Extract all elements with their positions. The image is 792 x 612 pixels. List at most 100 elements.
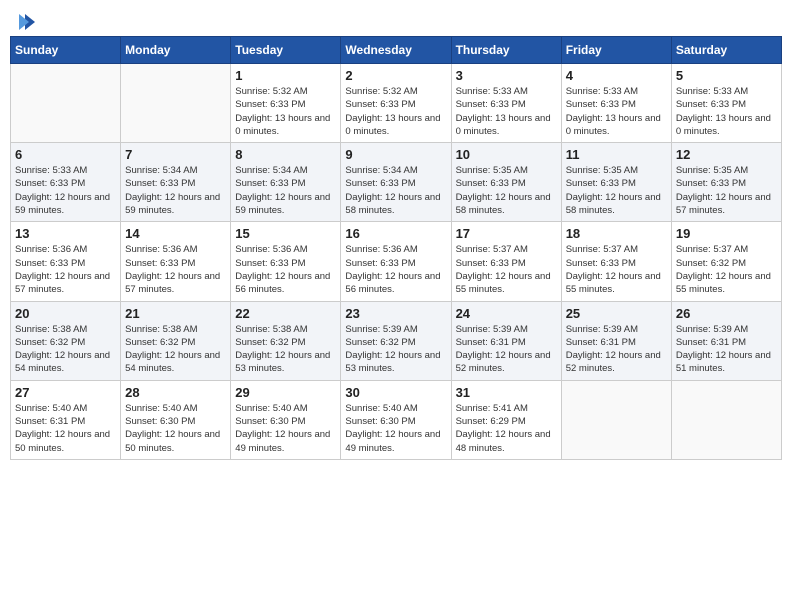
calendar-cell: 17 Sunrise: 5:37 AMSunset: 6:33 PMDayligh… bbox=[451, 222, 561, 301]
day-info: Sunrise: 5:36 AMSunset: 6:33 PMDaylight:… bbox=[125, 243, 226, 296]
calendar-cell: 13 Sunrise: 5:36 AMSunset: 6:33 PMDayligh… bbox=[11, 222, 121, 301]
day-number: 20 bbox=[15, 306, 116, 321]
day-header-wednesday: Wednesday bbox=[341, 37, 451, 64]
calendar-cell: 7 Sunrise: 5:34 AMSunset: 6:33 PMDaylight… bbox=[121, 143, 231, 222]
calendar-week-row: 6 Sunrise: 5:33 AMSunset: 6:33 PMDaylight… bbox=[11, 143, 782, 222]
day-info: Sunrise: 5:39 AMSunset: 6:31 PMDaylight:… bbox=[456, 323, 557, 376]
day-number: 2 bbox=[345, 68, 446, 83]
day-number: 7 bbox=[125, 147, 226, 162]
day-number: 14 bbox=[125, 226, 226, 241]
day-number: 22 bbox=[235, 306, 336, 321]
day-info: Sunrise: 5:39 AMSunset: 6:32 PMDaylight:… bbox=[345, 323, 446, 376]
day-number: 10 bbox=[456, 147, 557, 162]
day-info: Sunrise: 5:35 AMSunset: 6:33 PMDaylight:… bbox=[456, 164, 557, 217]
day-info: Sunrise: 5:39 AMSunset: 6:31 PMDaylight:… bbox=[566, 323, 667, 376]
day-number: 1 bbox=[235, 68, 336, 83]
day-info: Sunrise: 5:34 AMSunset: 6:33 PMDaylight:… bbox=[345, 164, 446, 217]
day-number: 6 bbox=[15, 147, 116, 162]
day-header-saturday: Saturday bbox=[671, 37, 781, 64]
calendar-cell: 2Sunrise: 5:32 AMSunset: 6:33 PMDaylight… bbox=[341, 64, 451, 143]
day-number: 4 bbox=[566, 68, 667, 83]
calendar-cell: 22 Sunrise: 5:38 AMSunset: 6:32 PMDayligh… bbox=[231, 301, 341, 380]
day-info: Sunrise: 5:33 AMSunset: 6:33 PMDaylight:… bbox=[15, 164, 116, 217]
calendar-cell: 16 Sunrise: 5:36 AMSunset: 6:33 PMDayligh… bbox=[341, 222, 451, 301]
day-info: Sunrise: 5:35 AMSunset: 6:33 PMDaylight:… bbox=[676, 164, 777, 217]
day-number: 15 bbox=[235, 226, 336, 241]
calendar-cell bbox=[11, 64, 121, 143]
calendar-cell: 29 Sunrise: 5:40 AMSunset: 6:30 PMDayligh… bbox=[231, 380, 341, 459]
day-number: 16 bbox=[345, 226, 446, 241]
calendar-cell: 6 Sunrise: 5:33 AMSunset: 6:33 PMDaylight… bbox=[11, 143, 121, 222]
calendar-cell: 20 Sunrise: 5:38 AMSunset: 6:32 PMDayligh… bbox=[11, 301, 121, 380]
day-info: Sunrise: 5:33 AMSunset: 6:33 PMDaylight:… bbox=[676, 85, 777, 138]
calendar-table: SundayMondayTuesdayWednesdayThursdayFrid… bbox=[10, 36, 782, 460]
day-number: 28 bbox=[125, 385, 226, 400]
calendar-cell: 25Sunrise: 5:39 AMSunset: 6:31 PMDayligh… bbox=[561, 301, 671, 380]
day-number: 26 bbox=[676, 306, 777, 321]
day-number: 3 bbox=[456, 68, 557, 83]
day-header-tuesday: Tuesday bbox=[231, 37, 341, 64]
calendar-cell: 21 Sunrise: 5:38 AMSunset: 6:32 PMDayligh… bbox=[121, 301, 231, 380]
day-info: Sunrise: 5:38 AMSunset: 6:32 PMDaylight:… bbox=[15, 323, 116, 376]
day-number: 5 bbox=[676, 68, 777, 83]
day-info: Sunrise: 5:34 AMSunset: 6:33 PMDaylight:… bbox=[125, 164, 226, 217]
day-info: Sunrise: 5:38 AMSunset: 6:32 PMDaylight:… bbox=[125, 323, 226, 376]
day-info: Sunrise: 5:36 AMSunset: 6:33 PMDaylight:… bbox=[345, 243, 446, 296]
calendar-cell bbox=[671, 380, 781, 459]
day-info: Sunrise: 5:37 AMSunset: 6:32 PMDaylight:… bbox=[676, 243, 777, 296]
calendar-cell: 30Sunrise: 5:40 AMSunset: 6:30 PMDayligh… bbox=[341, 380, 451, 459]
day-info: Sunrise: 5:35 AMSunset: 6:33 PMDaylight:… bbox=[566, 164, 667, 217]
day-header-friday: Friday bbox=[561, 37, 671, 64]
day-info: Sunrise: 5:37 AMSunset: 6:33 PMDaylight:… bbox=[456, 243, 557, 296]
day-header-thursday: Thursday bbox=[451, 37, 561, 64]
day-header-monday: Monday bbox=[121, 37, 231, 64]
day-number: 21 bbox=[125, 306, 226, 321]
day-number: 31 bbox=[456, 385, 557, 400]
day-info: Sunrise: 5:40 AMSunset: 6:30 PMDaylight:… bbox=[235, 402, 336, 455]
calendar-cell: 23 Sunrise: 5:39 AMSunset: 6:32 PMDayligh… bbox=[341, 301, 451, 380]
day-info: Sunrise: 5:40 AMSunset: 6:30 PMDaylight:… bbox=[125, 402, 226, 455]
day-info: Sunrise: 5:36 AMSunset: 6:33 PMDaylight:… bbox=[15, 243, 116, 296]
calendar-cell: 18 Sunrise: 5:37 AMSunset: 6:33 PMDayligh… bbox=[561, 222, 671, 301]
calendar-cell: 1 Sunrise: 5:32 AMSunset: 6:33 PMDaylight… bbox=[231, 64, 341, 143]
calendar-week-row: 13 Sunrise: 5:36 AMSunset: 6:33 PMDayligh… bbox=[11, 222, 782, 301]
day-number: 27 bbox=[15, 385, 116, 400]
calendar-cell: 5 Sunrise: 5:33 AMSunset: 6:33 PMDaylight… bbox=[671, 64, 781, 143]
calendar-cell: 14 Sunrise: 5:36 AMSunset: 6:33 PMDayligh… bbox=[121, 222, 231, 301]
day-number: 24 bbox=[456, 306, 557, 321]
calendar-week-row: 27 Sunrise: 5:40 AMSunset: 6:31 PMDayligh… bbox=[11, 380, 782, 459]
calendar-cell: 24 Sunrise: 5:39 AMSunset: 6:31 PMDayligh… bbox=[451, 301, 561, 380]
day-info: Sunrise: 5:33 AMSunset: 6:33 PMDaylight:… bbox=[456, 85, 557, 138]
calendar-cell: 26 Sunrise: 5:39 AMSunset: 6:31 PMDayligh… bbox=[671, 301, 781, 380]
day-number: 11 bbox=[566, 147, 667, 162]
calendar-cell: 8Sunrise: 5:34 AMSunset: 6:33 PMDaylight… bbox=[231, 143, 341, 222]
day-info: Sunrise: 5:37 AMSunset: 6:33 PMDaylight:… bbox=[566, 243, 667, 296]
calendar-header-row: SundayMondayTuesdayWednesdayThursdayFrid… bbox=[11, 37, 782, 64]
day-info: Sunrise: 5:38 AMSunset: 6:32 PMDaylight:… bbox=[235, 323, 336, 376]
calendar-cell: 3 Sunrise: 5:33 AMSunset: 6:33 PMDaylight… bbox=[451, 64, 561, 143]
day-number: 29 bbox=[235, 385, 336, 400]
day-number: 8 bbox=[235, 147, 336, 162]
day-info: Sunrise: 5:41 AMSunset: 6:29 PMDaylight:… bbox=[456, 402, 557, 455]
page-header bbox=[10, 10, 782, 32]
day-number: 30 bbox=[345, 385, 446, 400]
day-info: Sunrise: 5:39 AMSunset: 6:31 PMDaylight:… bbox=[676, 323, 777, 376]
day-info: Sunrise: 5:36 AMSunset: 6:33 PMDaylight:… bbox=[235, 243, 336, 296]
logo-icon bbox=[17, 12, 37, 32]
day-info: Sunrise: 5:40 AMSunset: 6:31 PMDaylight:… bbox=[15, 402, 116, 455]
day-header-sunday: Sunday bbox=[11, 37, 121, 64]
day-number: 17 bbox=[456, 226, 557, 241]
day-number: 19 bbox=[676, 226, 777, 241]
day-number: 18 bbox=[566, 226, 667, 241]
calendar-cell: 4Sunrise: 5:33 AMSunset: 6:33 PMDaylight… bbox=[561, 64, 671, 143]
day-number: 9 bbox=[345, 147, 446, 162]
calendar-week-row: 20 Sunrise: 5:38 AMSunset: 6:32 PMDayligh… bbox=[11, 301, 782, 380]
calendar-cell: 12Sunrise: 5:35 AMSunset: 6:33 PMDayligh… bbox=[671, 143, 781, 222]
day-info: Sunrise: 5:32 AMSunset: 6:33 PMDaylight:… bbox=[235, 85, 336, 138]
calendar-cell: 28 Sunrise: 5:40 AMSunset: 6:30 PMDayligh… bbox=[121, 380, 231, 459]
day-number: 23 bbox=[345, 306, 446, 321]
logo bbox=[16, 14, 37, 32]
calendar-cell: 19 Sunrise: 5:37 AMSunset: 6:32 PMDayligh… bbox=[671, 222, 781, 301]
calendar-cell: 27 Sunrise: 5:40 AMSunset: 6:31 PMDayligh… bbox=[11, 380, 121, 459]
day-number: 13 bbox=[15, 226, 116, 241]
